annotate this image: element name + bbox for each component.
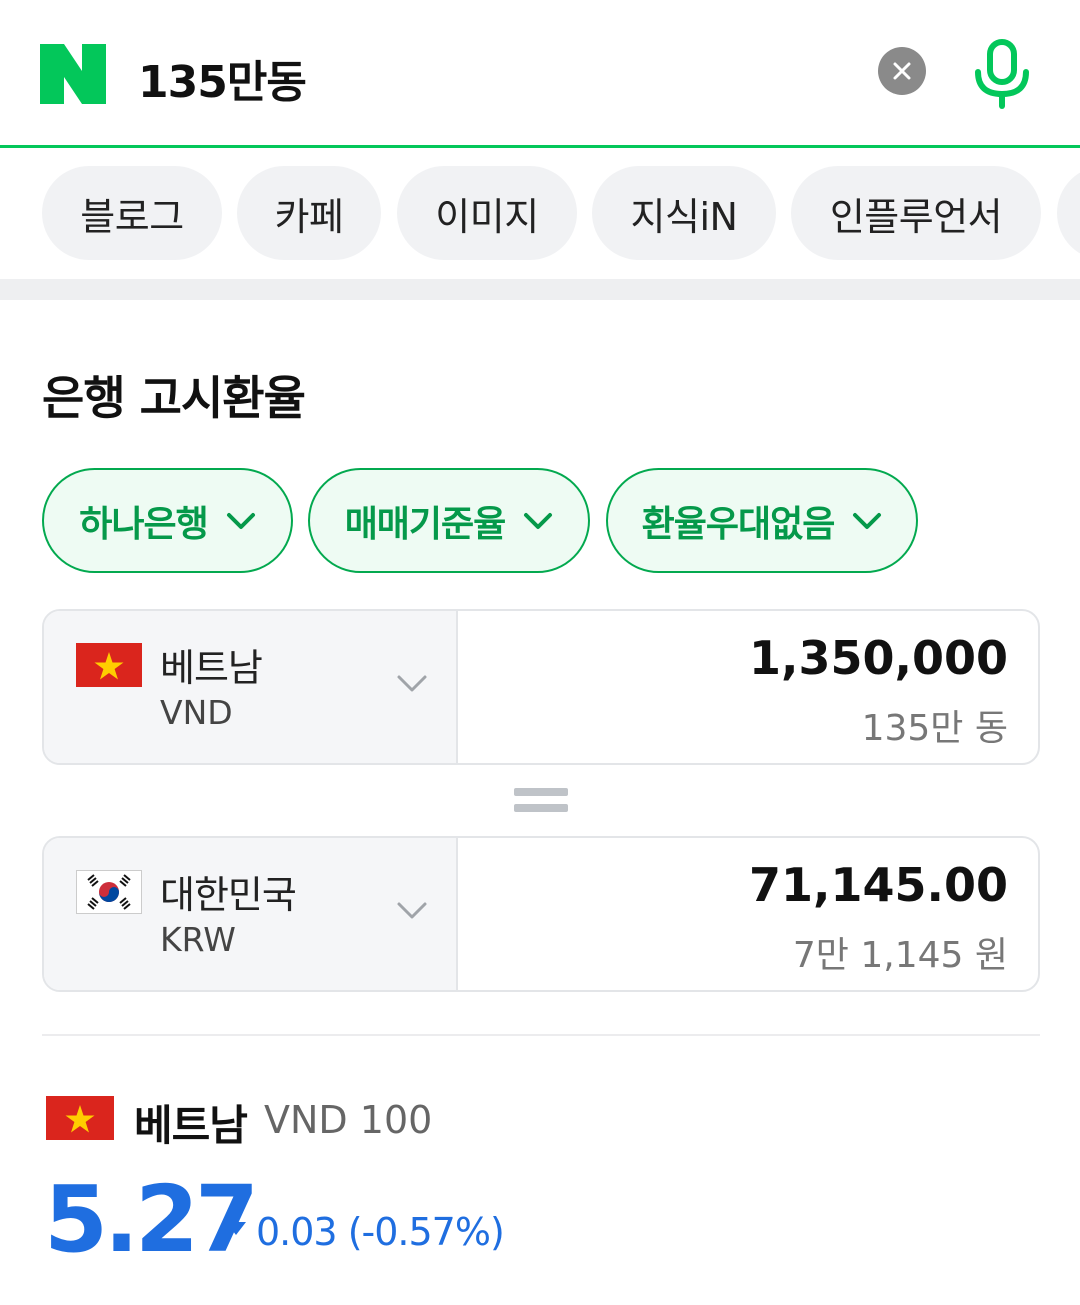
- search-query[interactable]: 135만동: [138, 46, 307, 110]
- korea-flag-icon: [76, 870, 142, 914]
- chevron-down-icon: [226, 512, 255, 529]
- section-title: 은행 고시환율: [42, 371, 306, 425]
- vietnam-flag-icon: [46, 1096, 114, 1140]
- from-country-name: 베트남: [160, 646, 263, 690]
- preferential-rate-label: 환율우대없음: [641, 503, 836, 545]
- rate-type-label: 매매기준율: [344, 503, 507, 545]
- tab-blog[interactable]: 블로그: [42, 166, 222, 260]
- rate-change: 0.03 (-0.57%): [256, 1210, 505, 1254]
- tab-images[interactable]: 이미지: [397, 166, 577, 260]
- from-currency-code: VND: [160, 693, 233, 732]
- chevron-down-icon: [524, 512, 553, 529]
- search-header: 135만동: [0, 0, 1080, 148]
- to-amount-words: 7만 1,145 원: [792, 935, 1008, 976]
- bank-select[interactable]: 하나은행: [42, 468, 293, 573]
- tab-knowledge-in[interactable]: 지식iN: [592, 166, 776, 260]
- to-currency-select[interactable]: 대한민국 KRW: [44, 838, 458, 990]
- down-triangle-icon: [226, 1222, 246, 1235]
- rate-unit: VND 100: [264, 1098, 433, 1142]
- tab-cafe[interactable]: 카페: [237, 166, 381, 260]
- content-divider: [42, 1034, 1040, 1036]
- to-currency-box: 대한민국 KRW 71,145.00 7만 1,145 원: [42, 836, 1040, 992]
- bank-select-label: 하나은행: [79, 503, 208, 545]
- to-currency-code: KRW: [160, 920, 236, 959]
- to-country-name: 대한민국: [160, 873, 297, 917]
- microphone-icon[interactable]: [970, 38, 1034, 110]
- preferential-rate-select[interactable]: 환율우대없음: [606, 468, 918, 573]
- rate-country-name: 베트남: [134, 1101, 248, 1150]
- vietnam-flag-icon: [76, 643, 142, 687]
- naver-logo[interactable]: [40, 44, 106, 104]
- search-tabs: 블로그 카페 이미지 지식iN 인플루언서: [0, 166, 1080, 262]
- from-amount-input[interactable]: 1,350,000: [749, 631, 1008, 685]
- rate-type-select[interactable]: 매매기준율: [308, 468, 590, 573]
- chevron-down-icon: [397, 902, 427, 919]
- chevron-down-icon: [397, 675, 427, 692]
- close-icon: [893, 62, 911, 80]
- chevron-down-icon: [853, 512, 882, 529]
- tab-next-partial[interactable]: [1057, 166, 1080, 260]
- equals-icon: [514, 788, 568, 814]
- from-currency-box: 베트남 VND 1,350,000 135만 동: [42, 609, 1040, 765]
- to-amount-value[interactable]: 71,145.00: [749, 858, 1008, 912]
- section-divider: [0, 279, 1080, 300]
- tab-influencer[interactable]: 인플루언서: [791, 166, 1041, 260]
- from-currency-select[interactable]: 베트남 VND: [44, 611, 458, 763]
- clear-button[interactable]: [878, 47, 926, 95]
- from-amount-words: 135만 동: [861, 708, 1008, 749]
- exchange-rate-value: 5.27: [44, 1166, 259, 1273]
